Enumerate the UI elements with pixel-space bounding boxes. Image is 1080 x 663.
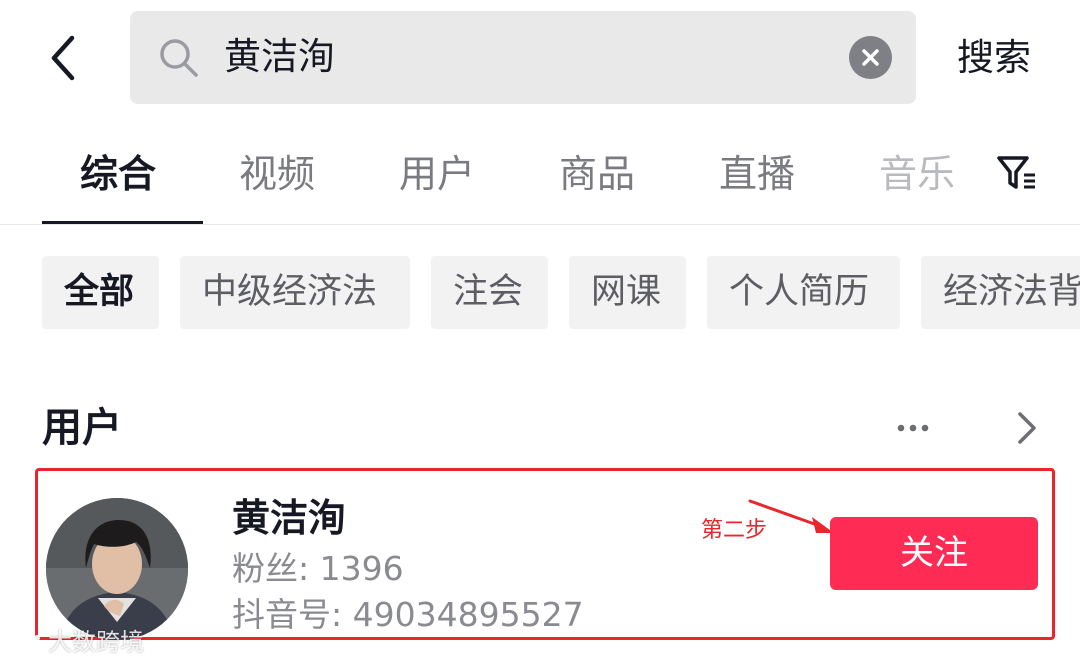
tabs-divider <box>0 224 1080 225</box>
watermark-text: 大数跨境 <box>48 628 144 656</box>
tab-music[interactable]: 音乐 <box>879 148 955 200</box>
chip-all[interactable]: 全部 <box>42 256 159 329</box>
back-arrow-icon <box>51 35 75 81</box>
chip-online-course[interactable]: 网课 <box>569 256 686 329</box>
watermark-logo-icon <box>8 635 40 651</box>
search-icon <box>160 39 198 77</box>
annotation-arrow-icon <box>748 499 834 533</box>
chip-cpa[interactable]: 注会 <box>431 256 548 329</box>
filter-button[interactable] <box>996 153 1038 193</box>
search-bar[interactable]: 黄洁洵 <box>130 11 916 104</box>
user-fans-count: 粉丝: 1396 <box>232 549 404 588</box>
chip-economic-law-recite[interactable]: 经济法背 <box>921 256 1080 329</box>
user-douyin-id: 抖音号: 49034895527 <box>232 595 584 634</box>
chip-intermediate-economic-law[interactable]: 中级经济法 <box>180 256 410 329</box>
tab-comprehensive[interactable]: 综合 <box>80 148 156 200</box>
watermark: 大数跨境 <box>8 626 144 658</box>
avatar[interactable] <box>46 498 188 640</box>
tab-products[interactable]: 商品 <box>559 148 635 200</box>
tab-videos[interactable]: 视频 <box>239 148 315 200</box>
clear-search-button[interactable] <box>849 36 892 79</box>
follow-button[interactable]: 关注 <box>830 517 1038 590</box>
filter-icon <box>997 156 1035 189</box>
users-section-title: 用户 <box>42 405 122 451</box>
search-input[interactable]: 黄洁洵 <box>224 31 335 83</box>
result-tabs: 综合 视频 用户 商品 直播 音乐 <box>0 140 1080 226</box>
back-button[interactable] <box>44 34 88 82</box>
users-more-button[interactable] <box>1014 408 1040 448</box>
user-result-card[interactable]: 黄洁洵 粉丝: 1396 抖音号: 49034895527 第二步 关注 <box>35 468 1055 640</box>
tab-users[interactable]: 用户 <box>399 148 475 200</box>
more-dots-icon <box>897 424 929 432</box>
chip-resume[interactable]: 个人简历 <box>707 256 900 329</box>
tab-live[interactable]: 直播 <box>719 148 795 200</box>
clear-icon <box>862 49 879 66</box>
search-submit-button[interactable]: 搜索 <box>957 34 1031 82</box>
user-name: 黄洁洵 <box>232 496 347 540</box>
chevron-right-icon <box>1018 412 1036 444</box>
more-options-button[interactable] <box>895 418 935 438</box>
